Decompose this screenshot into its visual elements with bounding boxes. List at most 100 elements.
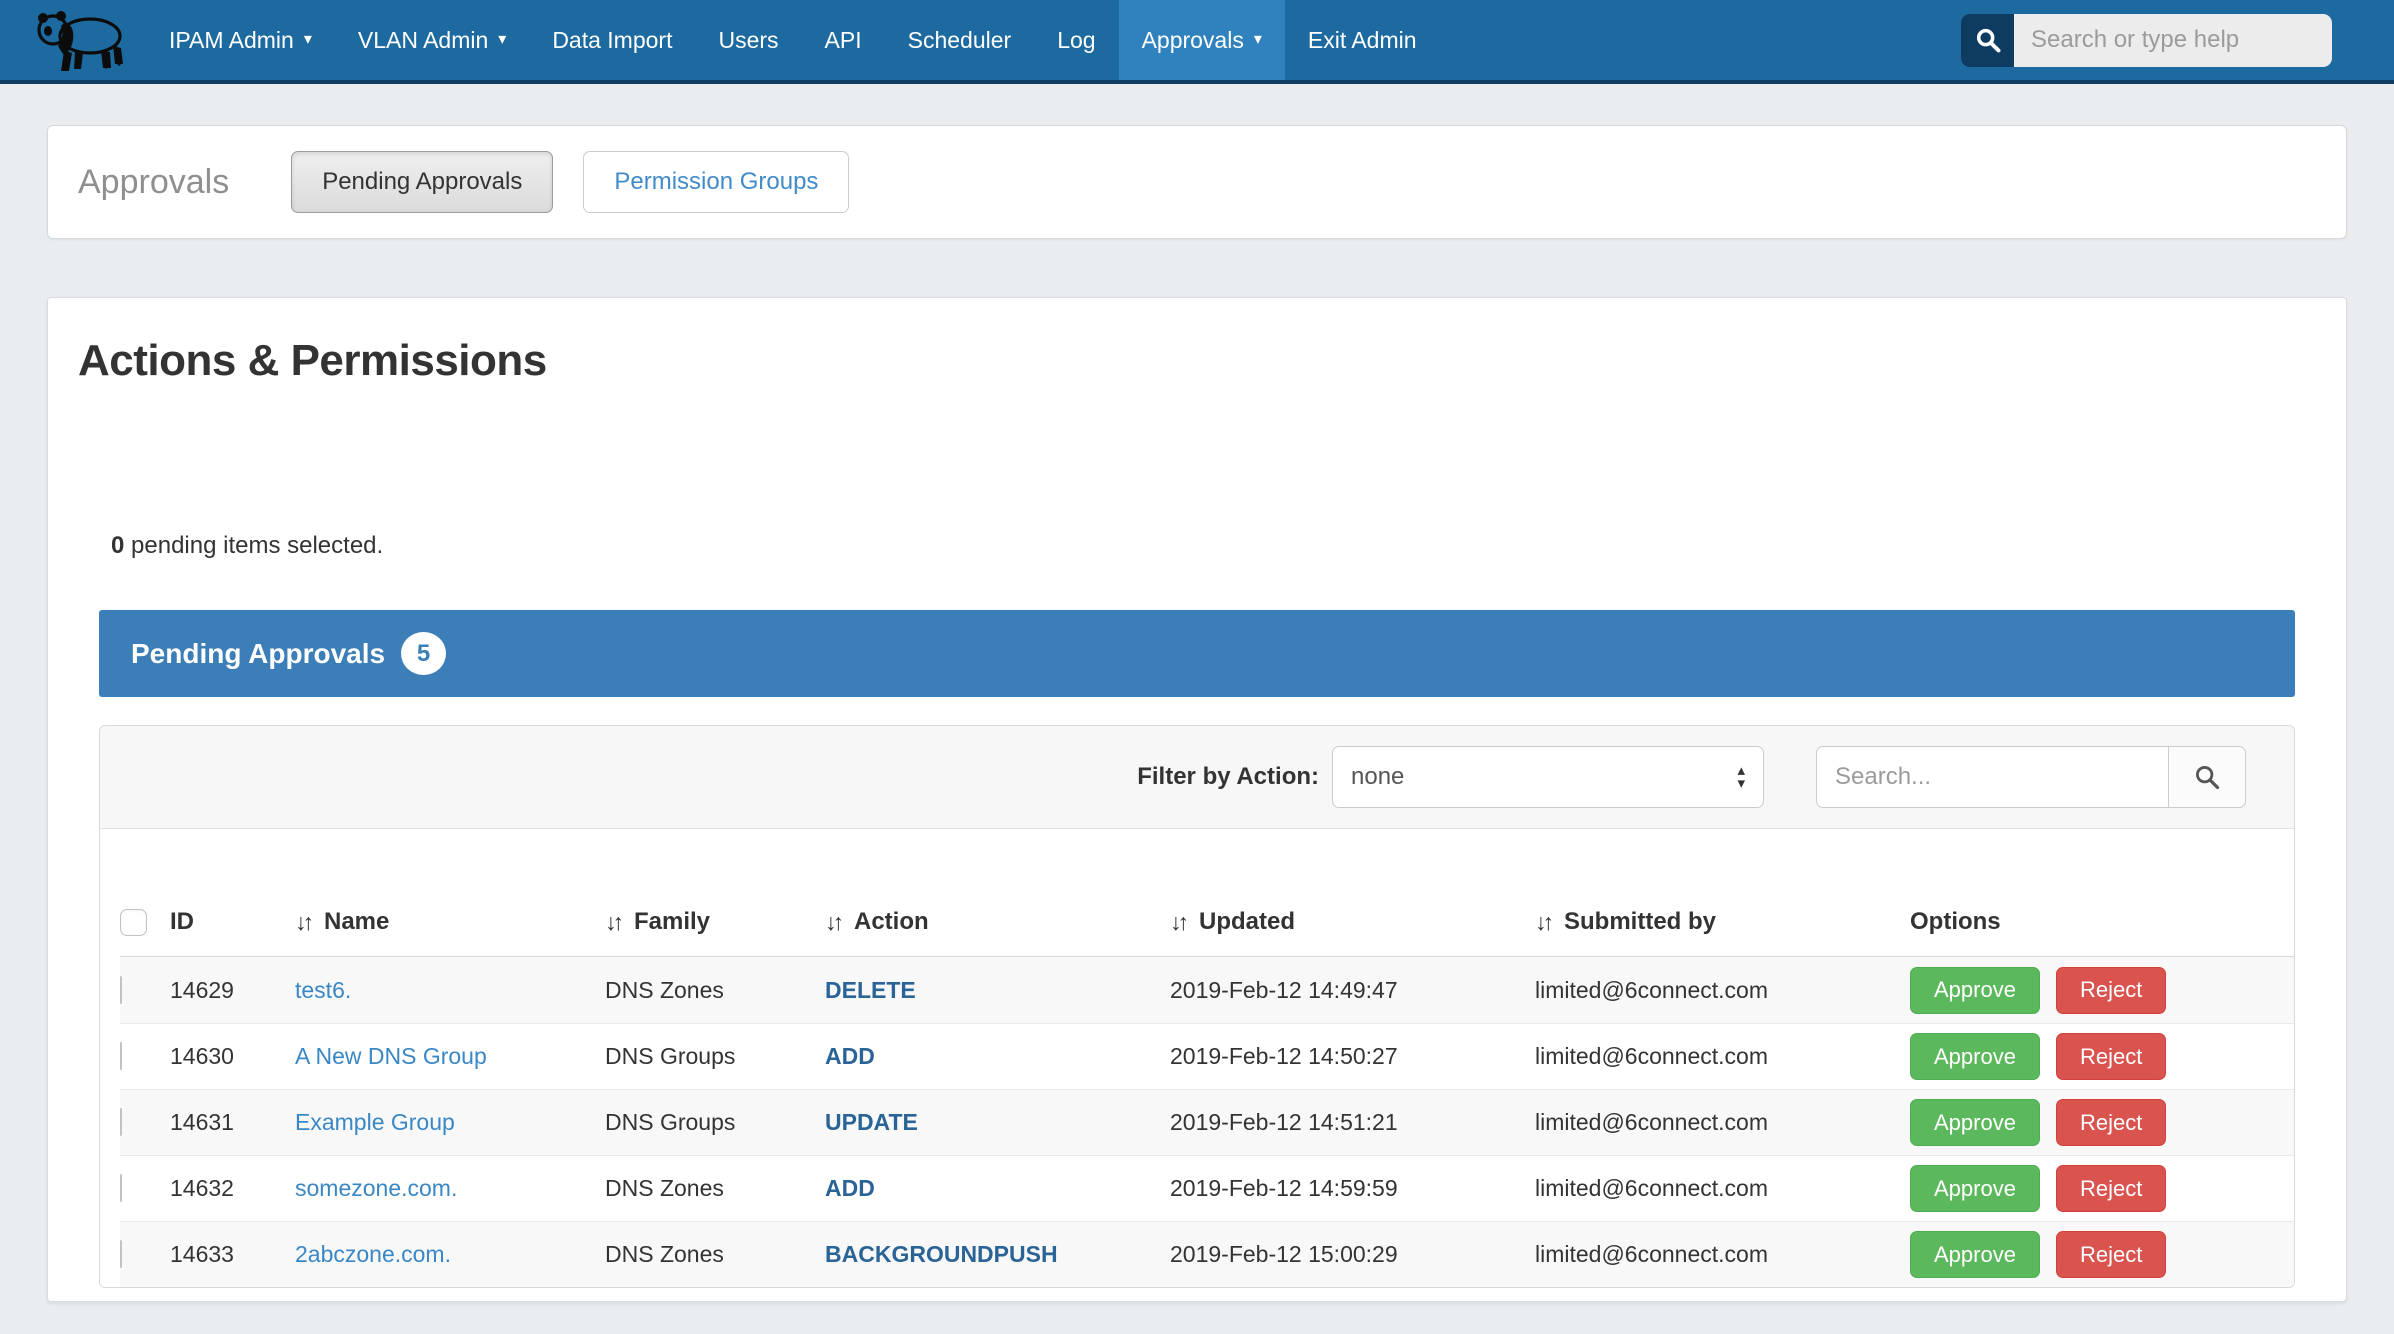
row-action-cell: BACKGROUNDPUSH [825, 1241, 1170, 1268]
filter-label: Filter by Action: [1137, 763, 1319, 791]
row-checkbox[interactable] [120, 1108, 122, 1136]
row-select-cell [120, 1043, 170, 1070]
reject-button[interactable]: Reject [2056, 1099, 2166, 1146]
row-action-link[interactable]: BACKGROUNDPUSH [825, 1241, 1058, 1267]
select-all-checkbox[interactable] [120, 909, 147, 936]
chevron-down-icon: ▾ [304, 32, 312, 48]
row-options-cell: Approve Reject [1910, 967, 2294, 1014]
nav-item-exit-admin[interactable]: Exit Admin [1285, 0, 1440, 80]
navbar-search [1961, 14, 2332, 67]
nav-item-label: Data Import [552, 27, 672, 54]
sort-icon: ↓↑ [295, 909, 314, 936]
row-checkbox[interactable] [120, 1042, 122, 1070]
row-name-cell: test6. [295, 977, 605, 1004]
reject-button[interactable]: Reject [2056, 1231, 2166, 1278]
nav-item-ipam-admin[interactable]: IPAM Admin ▾ [146, 0, 335, 80]
selected-count-line: 0 pending items selected. [111, 532, 2346, 560]
row-action-link[interactable]: DELETE [825, 977, 916, 1003]
row-name-link[interactable]: somezone.com. [295, 1175, 457, 1201]
section-title: Actions & Permissions [78, 336, 2346, 386]
row-action-link[interactable]: ADD [825, 1043, 875, 1069]
app-logo[interactable] [30, 0, 134, 80]
tab-pending-approvals[interactable]: Pending Approvals [291, 151, 553, 213]
row-options-cell: Approve Reject [1910, 1231, 2294, 1278]
row-family: DNS Groups [605, 1109, 825, 1136]
nav-item-label: Users [718, 27, 778, 54]
approve-button[interactable]: Approve [1910, 1231, 2040, 1278]
approvals-header-panel: Approvals Pending Approvals Permission Gr… [47, 125, 2347, 239]
row-family: DNS Groups [605, 1043, 825, 1070]
search-icon[interactable] [1961, 14, 2014, 67]
column-header-family[interactable]: ↓↑ Family [605, 908, 825, 956]
table-search-input[interactable] [1816, 746, 2168, 808]
action-filter-select[interactable]: none ▴▾ [1332, 746, 1764, 808]
nav-items: IPAM Admin ▾ VLAN Admin▾ Data Import Users AP… [146, 0, 1440, 80]
selected-count-text: pending items selected. [124, 532, 383, 559]
sort-icon: ↓↑ [1170, 909, 1189, 936]
nav-item-users[interactable]: Users [695, 0, 801, 80]
row-name-link[interactable]: 2abczone.com. [295, 1241, 451, 1267]
reject-button[interactable]: Reject [2056, 1165, 2166, 1212]
column-header-updated[interactable]: ↓↑Updated [1170, 908, 1535, 956]
row-id: 14629 [170, 977, 295, 1004]
tab-permission-groups[interactable]: Permission Groups [583, 151, 849, 213]
row-action-link[interactable]: UPDATE [825, 1109, 918, 1135]
nav-item-approvals[interactable]: Approvals▾ [1119, 0, 1285, 80]
row-checkbox[interactable] [120, 976, 122, 1004]
row-submitted-by: limited@6connect.com [1535, 977, 1910, 1004]
column-header-label: Submitted by [1564, 908, 1716, 936]
column-header-label: Family [634, 908, 710, 936]
row-action-cell: DELETE [825, 977, 1170, 1004]
row-checkbox[interactable] [120, 1240, 122, 1268]
row-submitted-by: limited@6connect.com [1535, 1241, 1910, 1268]
row-name-cell: A New DNS Group [295, 1043, 605, 1070]
row-select-cell [120, 1109, 170, 1136]
search-icon [2193, 763, 2221, 791]
sort-icon: ↓↑ [825, 909, 844, 936]
top-navbar: IPAM Admin ▾ VLAN Admin▾ Data Import Users AP… [0, 0, 2394, 84]
row-name-link[interactable]: test6. [295, 977, 351, 1003]
selected-option: none [1351, 763, 1404, 791]
column-header-action[interactable]: ↓↑ Action [825, 908, 1170, 956]
reject-button[interactable]: Reject [2056, 967, 2166, 1014]
row-submitted-by: limited@6connect.com [1535, 1109, 1910, 1136]
nav-item-label: IPAM Admin [169, 27, 294, 54]
row-name-link[interactable]: A New DNS Group [295, 1043, 487, 1069]
approve-button[interactable]: Approve [1910, 1033, 2040, 1080]
nav-item-scheduler[interactable]: Scheduler [885, 0, 1035, 80]
column-header-options: Options [1910, 908, 2294, 956]
row-name-cell: somezone.com. [295, 1175, 605, 1202]
row-id: 14631 [170, 1109, 295, 1136]
column-header-submitted-by[interactable]: ↓↑Submitted by [1535, 908, 1910, 956]
row-id: 14632 [170, 1175, 295, 1202]
approve-button[interactable]: Approve [1910, 967, 2040, 1014]
row-select-cell [120, 1175, 170, 1202]
panda-logo-icon [32, 5, 132, 75]
page-title: Approvals [78, 163, 229, 202]
row-options-cell: Approve Reject [1910, 1033, 2294, 1080]
table-row: 14631Example GroupDNS GroupsUPDATE2019-F… [120, 1089, 2294, 1155]
reject-button[interactable]: Reject [2056, 1033, 2166, 1080]
help-search-input[interactable] [2014, 14, 2332, 67]
column-header-id: ID [170, 908, 295, 956]
table-search-button[interactable] [2168, 746, 2246, 808]
approve-button[interactable]: Approve [1910, 1099, 2040, 1146]
column-header-label: Action [854, 908, 929, 936]
row-name-link[interactable]: Example Group [295, 1109, 455, 1135]
nav-item-vlan-admin[interactable]: VLAN Admin▾ [335, 0, 529, 80]
sort-icon: ↓↑ [605, 909, 624, 936]
approve-button[interactable]: Approve [1910, 1165, 2040, 1212]
nav-item-log[interactable]: Log [1034, 0, 1118, 80]
selected-count: 0 [111, 532, 124, 559]
nav-item-api[interactable]: API [802, 0, 885, 80]
column-header-name[interactable]: ↓↑Name [295, 908, 605, 956]
row-updated: 2019-Feb-12 14:59:59 [1170, 1175, 1535, 1202]
nav-item-label: VLAN Admin [358, 27, 488, 54]
nav-item-data-import[interactable]: Data Import [529, 0, 695, 80]
row-checkbox[interactable] [120, 1174, 122, 1202]
row-action-link[interactable]: ADD [825, 1175, 875, 1201]
row-family: DNS Zones [605, 1175, 825, 1202]
select-all-header-cell [120, 909, 170, 956]
row-action-cell: ADD [825, 1043, 1170, 1070]
row-options-cell: Approve Reject [1910, 1165, 2294, 1212]
